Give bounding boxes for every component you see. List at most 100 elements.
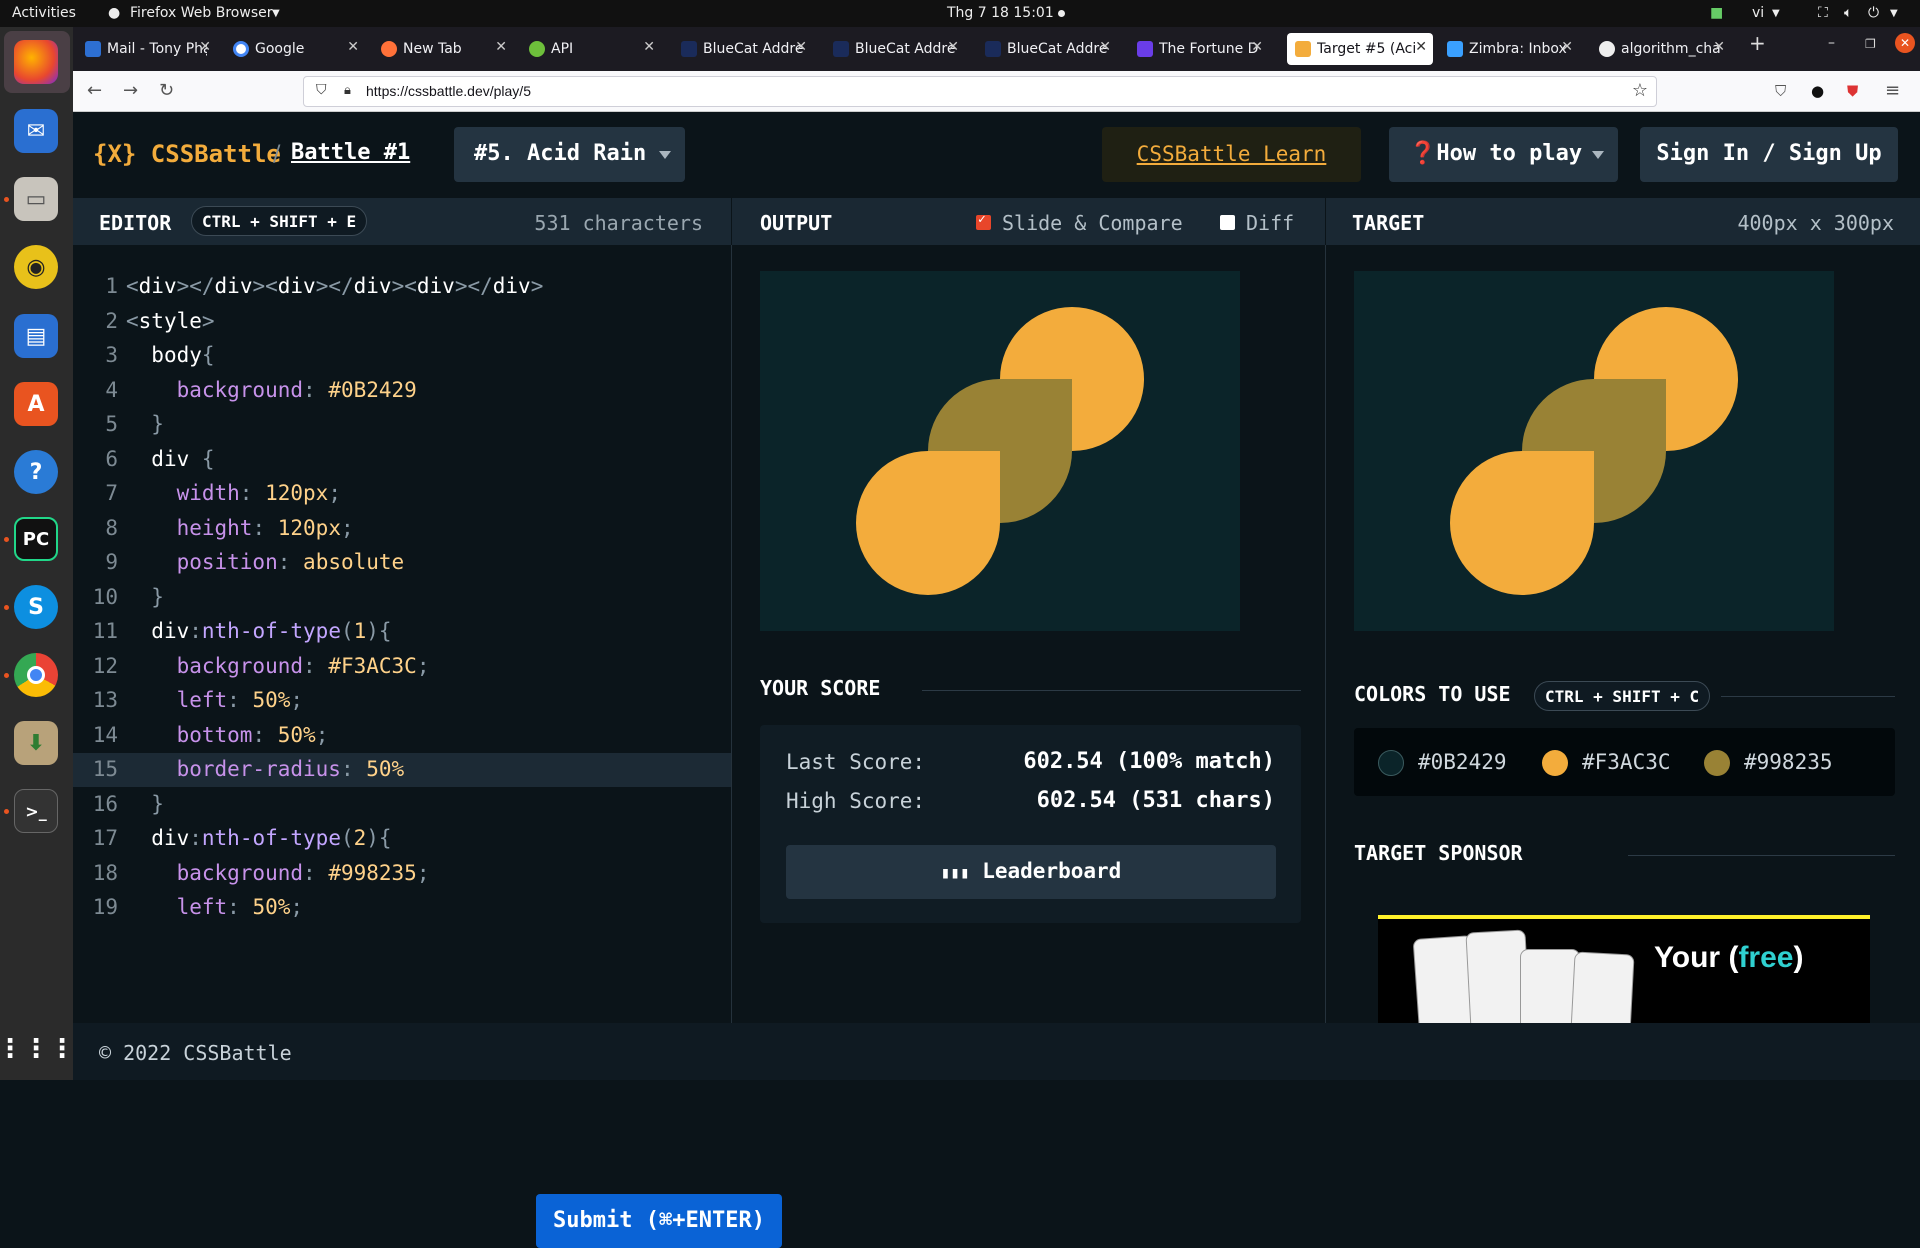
app-menu[interactable]: Firefox Web Browser: [130, 5, 273, 21]
close-icon[interactable]: ✕: [495, 39, 507, 55]
code-line[interactable]: 18 background: #998235;: [73, 857, 731, 891]
leaderboard-button[interactable]: ▮▮▮ Leaderboard: [786, 845, 1276, 899]
code-text[interactable]: }: [126, 585, 164, 609]
close-window-icon[interactable]: ✕: [1895, 33, 1915, 53]
clock[interactable]: Thg 7 18 15:01: [947, 5, 1054, 21]
code-text[interactable]: div:nth-of-type(2){: [126, 826, 391, 850]
color-swatch-orange[interactable]: [1542, 750, 1568, 776]
close-icon[interactable]: ✕: [1415, 39, 1427, 55]
level-selector[interactable]: #5. Acid Rain: [454, 127, 685, 182]
rhythmbox-icon[interactable]: ◉: [14, 245, 58, 289]
battle-link[interactable]: Battle #1: [291, 140, 410, 165]
chrome-icon[interactable]: [14, 653, 58, 697]
ublock-icon[interactable]: ⛊: [1847, 82, 1858, 100]
code-text[interactable]: left: 50%;: [126, 688, 303, 712]
code-line[interactable]: 10 }: [73, 581, 731, 615]
volume-icon[interactable]: 🔈︎: [1844, 5, 1852, 21]
firefox-icon[interactable]: [14, 40, 58, 84]
thunderbird-icon[interactable]: ✉: [14, 109, 58, 153]
code-line[interactable]: 19 left: 50%;: [73, 891, 731, 925]
skype-icon[interactable]: S: [14, 585, 58, 629]
power-icon[interactable]: ⏻: [1868, 5, 1879, 21]
reload-icon[interactable]: ↻: [159, 80, 174, 101]
close-icon[interactable]: ✕: [643, 39, 655, 55]
tab-api[interactable]: API ✕: [521, 33, 661, 65]
code-text[interactable]: border-radius: 50%: [126, 757, 405, 781]
tab-target-5[interactable]: Target #5 (Acid ✕: [1287, 33, 1433, 65]
shield-icon[interactable]: ■: [1710, 5, 1723, 21]
code-line[interactable]: 11 div:nth-of-type(1){: [73, 615, 731, 649]
help-icon[interactable]: ?: [14, 450, 58, 494]
code-line[interactable]: 13 left: 50%;: [73, 684, 731, 718]
code-line[interactable]: 5 }: [73, 408, 731, 442]
code-text[interactable]: background: #F3AC3C;: [126, 654, 430, 678]
code-line[interactable]: 12 background: #F3AC3C;: [73, 650, 731, 684]
terminal-icon[interactable]: >_: [14, 789, 58, 833]
forward-icon[interactable]: →: [123, 80, 138, 101]
tab-fortune[interactable]: The Fortune D ✕: [1129, 33, 1269, 65]
close-icon[interactable]: ✕: [199, 39, 211, 55]
learn-button[interactable]: CSSBattle Learn: [1102, 127, 1361, 182]
close-icon[interactable]: ✕: [795, 39, 807, 55]
url-text[interactable]: https://cssbattle.dev/play/5: [366, 83, 531, 99]
code-text[interactable]: body{: [126, 343, 214, 367]
code-text[interactable]: div:nth-of-type(1){: [126, 619, 391, 643]
url-bar[interactable]: ⛉ 🔒︎ https://cssbattle.dev/play/5 ☆: [303, 76, 1657, 107]
lock-icon[interactable]: 🔒︎: [344, 83, 351, 98]
back-icon[interactable]: ←: [87, 80, 102, 101]
tab-zimbra[interactable]: Zimbra: Inbox ✕: [1439, 33, 1579, 65]
input-language[interactable]: vi: [1752, 5, 1764, 21]
tab-bluecat-2[interactable]: BlueCat Address✕: [825, 33, 965, 65]
code-line[interactable]: 4 background: #0B2429: [73, 374, 731, 408]
close-icon[interactable]: ✕: [1713, 39, 1725, 55]
code-line[interactable]: 3 body{: [73, 339, 731, 373]
close-icon[interactable]: ✕: [1561, 39, 1573, 55]
code-text[interactable]: left: 50%;: [126, 895, 303, 919]
code-text[interactable]: width: 120px;: [126, 481, 341, 505]
diff-label[interactable]: Diff: [1246, 211, 1294, 235]
minimize-icon[interactable]: –: [1828, 35, 1835, 51]
slide-compare-checkbox[interactable]: ✓: [976, 212, 991, 230]
code-line[interactable]: 16 }: [73, 788, 731, 822]
archive-icon[interactable]: ⬇: [14, 721, 58, 765]
slide-compare-label[interactable]: Slide & Compare: [1002, 211, 1183, 235]
code-text[interactable]: position: absolute: [126, 550, 405, 574]
code-text[interactable]: }: [126, 412, 164, 436]
color-label[interactable]: #F3AC3C: [1582, 750, 1671, 774]
code-line[interactable]: 8 height: 120px;: [73, 512, 731, 546]
code-text[interactable]: height: 120px;: [126, 516, 354, 540]
cssbattle-logo[interactable]: {X} CSSBattle: [93, 140, 281, 168]
code-text[interactable]: bottom: 50%;: [126, 723, 329, 747]
sponsor-banner[interactable]: Your (free): [1378, 915, 1870, 1025]
code-text[interactable]: background: #0B2429: [126, 378, 417, 402]
menu-icon[interactable]: ≡: [1885, 80, 1900, 101]
pycharm-icon[interactable]: PC: [14, 517, 58, 561]
tab-mail[interactable]: Mail - Tony Phạm✕: [77, 33, 217, 65]
code-text[interactable]: }: [126, 792, 164, 816]
color-label[interactable]: #998235: [1744, 750, 1833, 774]
network-icon[interactable]: ⛶: [1818, 5, 1828, 21]
tab-algorithm[interactable]: algorithm_cha ✕: [1591, 33, 1731, 65]
new-tab-icon[interactable]: +: [1749, 31, 1766, 55]
restore-icon[interactable]: ❐: [1865, 37, 1876, 51]
close-icon[interactable]: ✕: [1251, 39, 1263, 55]
color-swatch-olive[interactable]: [1704, 750, 1730, 776]
code-text[interactable]: background: #998235;: [126, 861, 430, 885]
tab-google[interactable]: Google ✕: [225, 33, 365, 65]
code-line[interactable]: 15 border-radius: 50%: [73, 753, 731, 787]
close-icon[interactable]: ✕: [947, 39, 959, 55]
color-label[interactable]: #0B2429: [1418, 750, 1507, 774]
code-line[interactable]: 6 div {: [73, 443, 731, 477]
bookmark-star-icon[interactable]: ☆: [1632, 80, 1648, 101]
code-text[interactable]: div {: [126, 447, 214, 471]
activities-button[interactable]: Activities: [12, 5, 76, 21]
show-apps-icon[interactable]: ⋮⋮⋮: [0, 1027, 75, 1071]
code-editor[interactable]: 1 <div></div><div></div><div></div> 2 <styl…: [73, 245, 782, 1248]
files-icon[interactable]: ▭: [14, 177, 58, 221]
code-text[interactable]: <div></div><div></div><div></div>: [126, 274, 543, 298]
extension-icon[interactable]: ●: [1811, 82, 1824, 100]
how-to-play-button[interactable]: ❓How to play: [1389, 127, 1618, 182]
submit-button[interactable]: Submit (⌘+ENTER): [536, 1194, 782, 1248]
tab-bluecat-1[interactable]: BlueCat Address✕: [673, 33, 813, 65]
code-line[interactable]: 2 <style>: [73, 305, 731, 339]
